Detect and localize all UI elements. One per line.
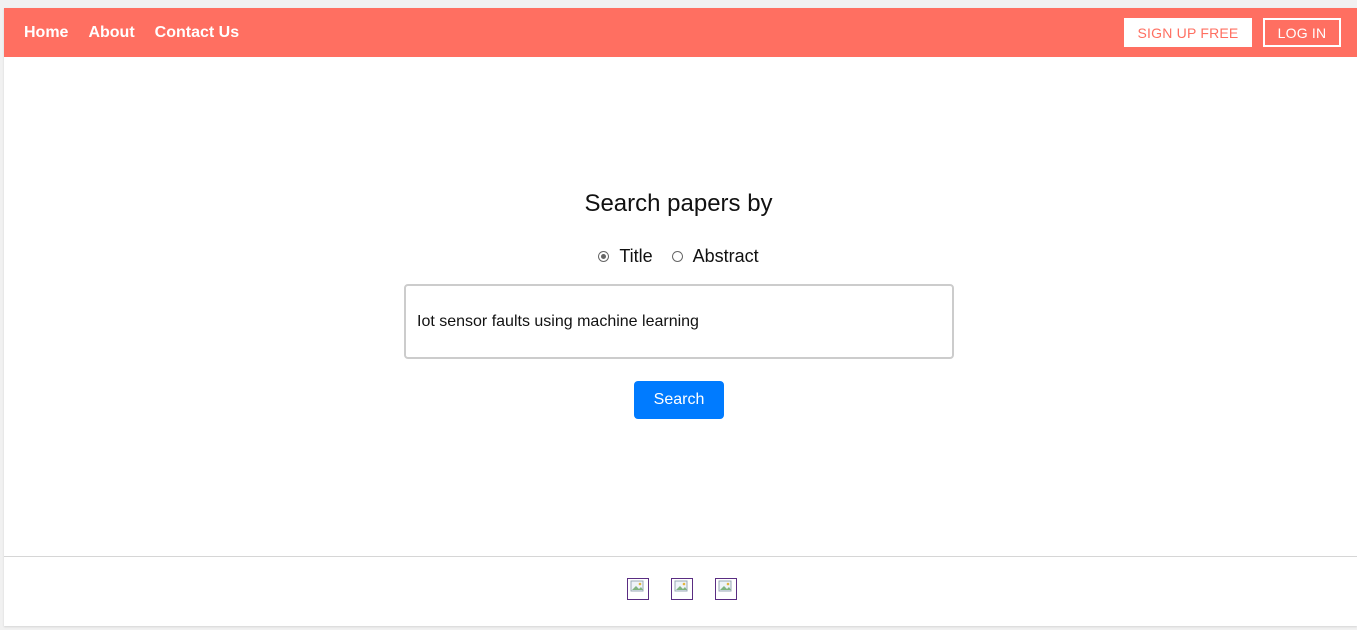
auth-buttons: SIGN UP FREE LOG IN [1124, 18, 1341, 47]
radio-title[interactable]: Title [598, 246, 653, 267]
search-button[interactable]: Search [634, 381, 724, 419]
radio-abstract-label: Abstract [692, 246, 759, 266]
radio-abstract[interactable]: Abstract [671, 246, 759, 267]
broken-image-icon [718, 580, 732, 592]
nav-link-contact[interactable]: Contact Us [155, 24, 239, 42]
search-input-value: Iot sensor faults using machine learning [417, 312, 699, 330]
radio-title-label: Title [619, 246, 653, 266]
search-heading: Search papers by [584, 190, 773, 217]
footer-icon-2[interactable] [671, 578, 693, 600]
nav-links: Home About Contact Us [24, 8, 259, 57]
broken-image-icon [674, 580, 688, 592]
nav-link-home[interactable]: Home [24, 24, 68, 42]
footer-icon-3[interactable] [715, 578, 737, 600]
search-mode-group: Title Abstract [0, 246, 1357, 267]
search-input[interactable]: Iot sensor faults using machine learning [404, 284, 954, 359]
log-in-button[interactable]: LOG IN [1263, 18, 1341, 47]
sign-up-button[interactable]: SIGN UP FREE [1124, 18, 1252, 47]
nav-link-about[interactable]: About [88, 24, 134, 42]
radio-abstract-button[interactable] [671, 251, 683, 262]
broken-image-icon [630, 580, 644, 592]
footer-icon-1[interactable] [627, 578, 649, 600]
radio-title-button[interactable] [598, 251, 610, 262]
top-navbar: Home About Contact Us SIGN UP FREE LOG I… [4, 8, 1357, 57]
footer-divider [4, 556, 1357, 557]
footer-social-icons [627, 578, 737, 600]
